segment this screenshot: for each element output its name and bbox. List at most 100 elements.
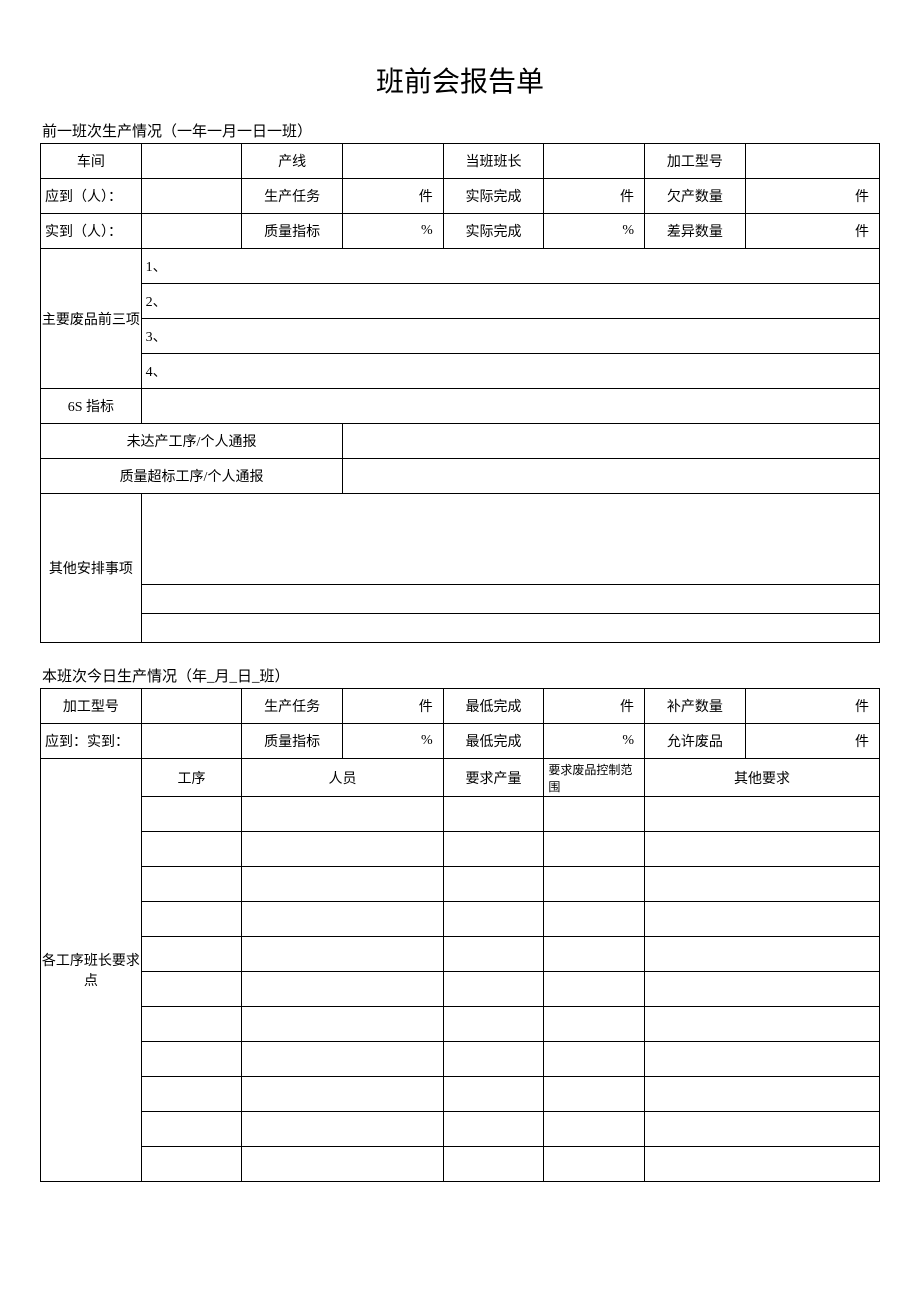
- cell-output[interactable]: [443, 1112, 544, 1147]
- cell-process[interactable]: [141, 902, 242, 937]
- input-expected-actual[interactable]: [141, 724, 242, 759]
- input-workshop[interactable]: [141, 144, 242, 179]
- unit-quality[interactable]: %: [343, 214, 444, 249]
- cell-output[interactable]: [443, 1042, 544, 1077]
- input-other-1[interactable]: [141, 494, 879, 585]
- cell-process[interactable]: [141, 1007, 242, 1042]
- cell-output[interactable]: [443, 937, 544, 972]
- table-row: [41, 614, 880, 643]
- cell-process[interactable]: [141, 972, 242, 1007]
- unit-supp[interactable]: 件: [745, 689, 879, 724]
- cell-person[interactable]: [242, 937, 443, 972]
- cell-person[interactable]: [242, 972, 443, 1007]
- cell-other[interactable]: [645, 1042, 880, 1077]
- cell-waste[interactable]: [544, 1147, 645, 1182]
- cell-waste[interactable]: [544, 1007, 645, 1042]
- unit-actual[interactable]: 件: [544, 179, 645, 214]
- cell-waste[interactable]: [544, 1112, 645, 1147]
- cell-process[interactable]: [141, 1112, 242, 1147]
- cell-output[interactable]: [443, 1007, 544, 1042]
- label-not-reached: 未达产工序/个人通报: [41, 424, 343, 459]
- cell-output[interactable]: [443, 902, 544, 937]
- unit-actual2[interactable]: %: [544, 214, 645, 249]
- cell-other[interactable]: [645, 1147, 880, 1182]
- cell-other[interactable]: [645, 832, 880, 867]
- table-row: [41, 832, 880, 867]
- cell-waste[interactable]: [544, 1042, 645, 1077]
- waste-item-1[interactable]: 1、: [141, 249, 879, 284]
- unit-quality2[interactable]: %: [343, 724, 444, 759]
- cell-other[interactable]: [645, 902, 880, 937]
- cell-person[interactable]: [242, 832, 443, 867]
- label-allow-waste: 允许废品: [645, 724, 746, 759]
- input-model2[interactable]: [141, 689, 242, 724]
- input-6s[interactable]: [141, 389, 879, 424]
- cell-output[interactable]: [443, 867, 544, 902]
- cell-person[interactable]: [242, 1042, 443, 1077]
- table-row: [41, 1112, 880, 1147]
- cell-process[interactable]: [141, 937, 242, 972]
- cell-process[interactable]: [141, 832, 242, 867]
- input-quality-over[interactable]: [343, 459, 880, 494]
- unit-task[interactable]: 件: [343, 179, 444, 214]
- label-requirements: 各工序班长要求点: [41, 759, 142, 1182]
- cell-other[interactable]: [645, 1112, 880, 1147]
- cell-output[interactable]: [443, 1147, 544, 1182]
- table-row: [41, 1147, 880, 1182]
- cell-person[interactable]: [242, 1077, 443, 1112]
- unit-allow-waste[interactable]: 件: [745, 724, 879, 759]
- cell-waste[interactable]: [544, 1077, 645, 1112]
- cell-other[interactable]: [645, 937, 880, 972]
- input-model[interactable]: [745, 144, 879, 179]
- unit-min1[interactable]: 件: [544, 689, 645, 724]
- label-6s: 6S 指标: [41, 389, 142, 424]
- waste-item-4[interactable]: 4、: [141, 354, 879, 389]
- input-shift-leader[interactable]: [544, 144, 645, 179]
- label-arrived: 实到（人）：: [41, 214, 142, 249]
- cell-person[interactable]: [242, 867, 443, 902]
- label-min2: 最低完成: [443, 724, 544, 759]
- table-row: [41, 937, 880, 972]
- cell-waste[interactable]: [544, 972, 645, 1007]
- input-not-reached[interactable]: [343, 424, 880, 459]
- cell-process[interactable]: [141, 797, 242, 832]
- table-row: [41, 902, 880, 937]
- input-expected[interactable]: [141, 179, 242, 214]
- cell-waste[interactable]: [544, 937, 645, 972]
- input-line[interactable]: [343, 144, 444, 179]
- cell-person[interactable]: [242, 1112, 443, 1147]
- waste-item-2[interactable]: 2、: [141, 284, 879, 319]
- input-arrived[interactable]: [141, 214, 242, 249]
- cell-person[interactable]: [242, 797, 443, 832]
- cell-other[interactable]: [645, 867, 880, 902]
- unit-min2[interactable]: %: [544, 724, 645, 759]
- cell-output[interactable]: [443, 797, 544, 832]
- unit-short[interactable]: 件: [745, 179, 879, 214]
- cell-person[interactable]: [242, 1007, 443, 1042]
- cell-output[interactable]: [443, 1077, 544, 1112]
- cell-waste[interactable]: [544, 832, 645, 867]
- waste-item-3[interactable]: 3、: [141, 319, 879, 354]
- cell-other[interactable]: [645, 1077, 880, 1112]
- cell-process[interactable]: [141, 867, 242, 902]
- cell-process[interactable]: [141, 1147, 242, 1182]
- cell-process[interactable]: [141, 1077, 242, 1112]
- cell-other[interactable]: [645, 1007, 880, 1042]
- cell-other[interactable]: [645, 797, 880, 832]
- unit-diff[interactable]: 件: [745, 214, 879, 249]
- cell-waste[interactable]: [544, 867, 645, 902]
- cell-waste[interactable]: [544, 797, 645, 832]
- cell-process[interactable]: [141, 1042, 242, 1077]
- input-other-2[interactable]: [141, 585, 879, 614]
- table-row: 3、: [41, 319, 880, 354]
- input-other-3[interactable]: [141, 614, 879, 643]
- cell-output[interactable]: [443, 972, 544, 1007]
- cell-person[interactable]: [242, 1147, 443, 1182]
- cell-waste[interactable]: [544, 902, 645, 937]
- cell-other[interactable]: [645, 972, 880, 1007]
- unit-task2[interactable]: 件: [343, 689, 444, 724]
- table-row: [41, 797, 880, 832]
- table-row: 加工型号 生产任务 件 最低完成 件 补产数量 件: [41, 689, 880, 724]
- cell-output[interactable]: [443, 832, 544, 867]
- cell-person[interactable]: [242, 902, 443, 937]
